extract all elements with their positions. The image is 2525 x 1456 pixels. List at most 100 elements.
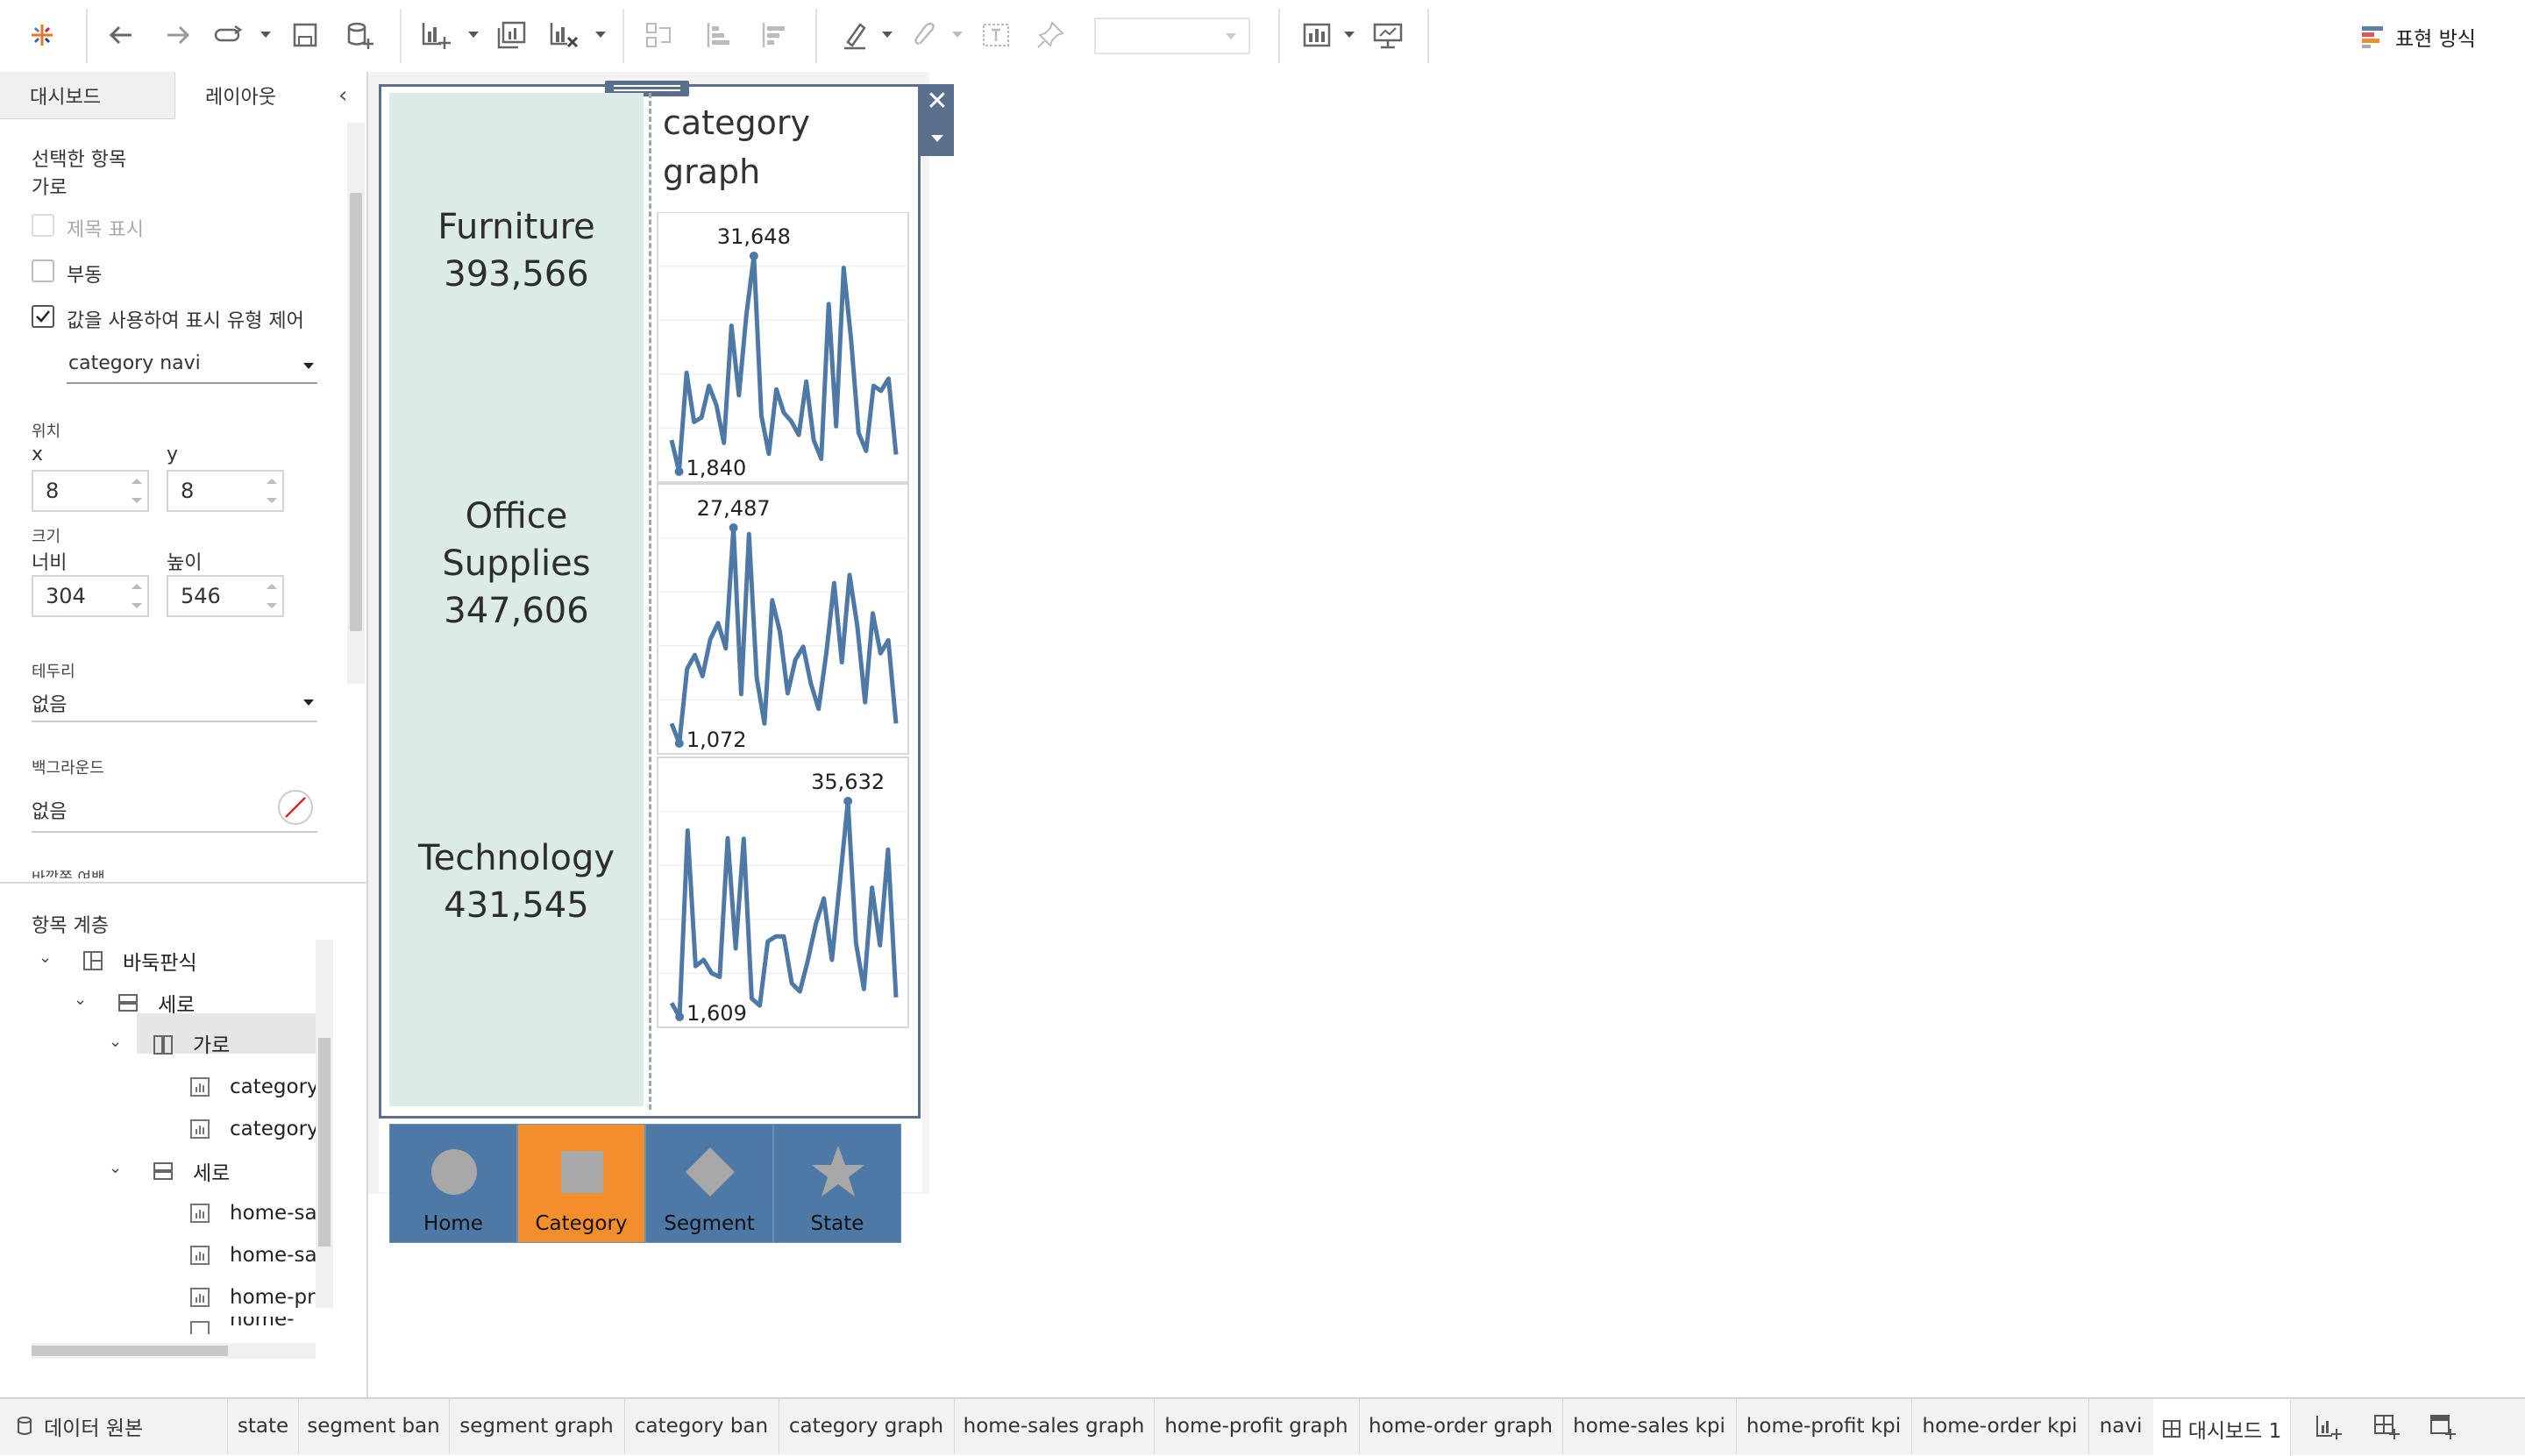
tree-item-sheet[interactable]: category — [230, 1068, 319, 1106]
background-picker[interactable]: 없음 — [32, 785, 317, 835]
category-sparkline-chart[interactable]: 31,648 1,840 27,487 1,072 35,632 1,609 — [654, 212, 926, 1110]
tree-item-sheet[interactable]: home-sal — [230, 1194, 323, 1232]
datasource-tab[interactable]: 데이터 원본 — [0, 1399, 228, 1453]
tableau-logo-icon[interactable] — [25, 18, 60, 53]
duplicate-sheet-icon[interactable] — [494, 18, 529, 53]
new-sheet-icon[interactable] — [418, 18, 453, 53]
width-increment[interactable] — [132, 584, 142, 589]
sheet-tab[interactable]: segment ban — [298, 1399, 450, 1453]
sort-asc-icon[interactable] — [701, 18, 736, 53]
nav-button-home[interactable]: Home — [389, 1124, 517, 1243]
max-point[interactable] — [749, 252, 758, 260]
replay-icon[interactable] — [210, 18, 245, 53]
chart-type-icon[interactable] — [1299, 18, 1334, 53]
border-dropdown[interactable]: 없음 — [32, 685, 317, 722]
sort-desc-icon[interactable] — [757, 18, 792, 53]
y-increment[interactable] — [267, 479, 277, 484]
control-visibility-checkbox[interactable] — [32, 305, 54, 328]
chevron-down-icon[interactable]: ⌄ — [74, 991, 87, 1009]
swap-icon[interactable] — [642, 18, 677, 53]
undo-icon[interactable] — [103, 18, 139, 53]
chevron-down-icon[interactable]: ⌄ — [109, 1033, 122, 1051]
sheet-tab[interactable]: home-sales graph — [954, 1399, 1155, 1453]
height-increment[interactable] — [267, 584, 277, 589]
tree-item-sheet[interactable]: category — [230, 1110, 319, 1148]
max-point[interactable] — [729, 523, 738, 532]
new-story-icon[interactable] — [2429, 1413, 2457, 1445]
nav-button-state[interactable]: State — [773, 1124, 901, 1243]
tree-item-horizontal[interactable]: 가로 — [193, 1024, 230, 1062]
chevron-down-icon[interactable]: ⌄ — [39, 948, 52, 967]
width-decrement[interactable] — [132, 603, 142, 608]
tree-hscrollbar[interactable] — [32, 1343, 316, 1359]
sparkline-panel[interactable]: 31,648 1,840 — [657, 212, 909, 483]
collapse-pane-icon[interactable]: ‹ — [338, 82, 347, 109]
tree-item-tiled[interactable]: 바둑판식 — [123, 941, 197, 980]
tab-dashboard[interactable]: 대시보드 — [0, 72, 175, 119]
sheet-tab[interactable]: state — [228, 1399, 299, 1453]
save-icon[interactable] — [288, 18, 323, 53]
nav-button-category[interactable]: Category — [517, 1124, 645, 1243]
y-decrement[interactable] — [267, 498, 277, 503]
circle-icon — [431, 1149, 477, 1195]
width-input[interactable]: 304 — [32, 575, 149, 617]
no-color-swatch-icon[interactable] — [277, 789, 314, 826]
chevron-down-icon[interactable]: ⌄ — [109, 1159, 122, 1177]
sheet-tab-label: segment ban — [307, 1415, 440, 1438]
height-decrement[interactable] — [267, 603, 277, 608]
tree-item-sheet[interactable]: home-prc — [230, 1317, 324, 1334]
redo-icon[interactable] — [160, 18, 196, 53]
sparkline-panel[interactable]: 35,632 1,609 — [657, 756, 909, 1028]
sparkline-panel[interactable]: 27,487 1,072 — [657, 483, 909, 755]
control-value-dropdown[interactable]: category navi — [67, 347, 317, 384]
min-point[interactable] — [675, 1012, 685, 1021]
sheet-tab[interactable]: home-order graph — [1359, 1399, 1563, 1453]
sheet-tab[interactable]: navi — [2088, 1399, 2154, 1453]
kpi-office-supplies: Office Supplies 347,606 — [389, 493, 644, 635]
size-label: 크기 — [32, 528, 61, 546]
nav-button-segment[interactable]: Segment — [645, 1124, 773, 1243]
new-datasource-icon[interactable] — [342, 18, 377, 53]
label-icon[interactable] — [978, 18, 1014, 53]
clear-sheet-icon[interactable] — [546, 18, 581, 53]
y-input[interactable]: 8 — [167, 470, 284, 512]
tree-item-vertical[interactable]: 세로 — [193, 1152, 230, 1190]
sheet-tab[interactable]: category ban — [624, 1399, 779, 1453]
sheet-tab[interactable]: segment graph — [449, 1399, 625, 1453]
presentation-icon[interactable] — [1370, 18, 1405, 53]
kpi-category-value: 393,566 — [444, 254, 589, 295]
min-point[interactable] — [674, 739, 684, 748]
pane-scrollbar[interactable] — [347, 123, 365, 684]
sheet-tab[interactable]: home-profit graph — [1154, 1399, 1360, 1453]
x-input[interactable]: 8 — [32, 470, 149, 512]
height-input[interactable]: 546 — [167, 575, 284, 617]
fit-dropdown[interactable] — [1094, 18, 1250, 54]
highlight-icon[interactable] — [837, 18, 872, 53]
max-point[interactable] — [843, 797, 853, 806]
show-me-button[interactable]: 표현 방식 — [2360, 21, 2476, 53]
tree-item-sheet[interactable]: home-prc — [230, 1278, 326, 1317]
show-me-icon — [2362, 26, 2383, 48]
x-decrement[interactable] — [132, 498, 142, 503]
tree-scrollbar[interactable] — [316, 940, 333, 1308]
sheet-icon — [190, 1321, 210, 1334]
x-increment[interactable] — [132, 479, 142, 484]
new-dashboard-icon[interactable] — [2372, 1413, 2401, 1445]
remove-container-icon[interactable]: ✕ — [921, 84, 954, 119]
sheet-tab[interactable]: home-order kpi — [1911, 1399, 2089, 1453]
container-menu-icon[interactable] — [931, 135, 943, 142]
sheet-tab-active[interactable]: 대시보드 1 — [2153, 1399, 2291, 1456]
width-label: 너비 — [32, 552, 68, 574]
floating-checkbox[interactable] — [32, 259, 54, 282]
new-worksheet-icon[interactable] — [2315, 1413, 2343, 1445]
sheet-tab-label: home-sales kpi — [1573, 1415, 1725, 1438]
attach-icon[interactable] — [907, 18, 942, 53]
y-label: y — [167, 444, 179, 465]
pin-icon[interactable] — [1033, 18, 1068, 53]
tree-item-sheet[interactable]: home-sal — [230, 1236, 323, 1275]
sheet-tab[interactable]: home-profit kpi — [1736, 1399, 1912, 1453]
min-point[interactable] — [674, 467, 684, 476]
sheet-tab[interactable]: category graph — [779, 1399, 955, 1453]
sheet-tab[interactable]: home-sales kpi — [1562, 1399, 1737, 1453]
show-title-checkbox[interactable] — [32, 214, 54, 237]
